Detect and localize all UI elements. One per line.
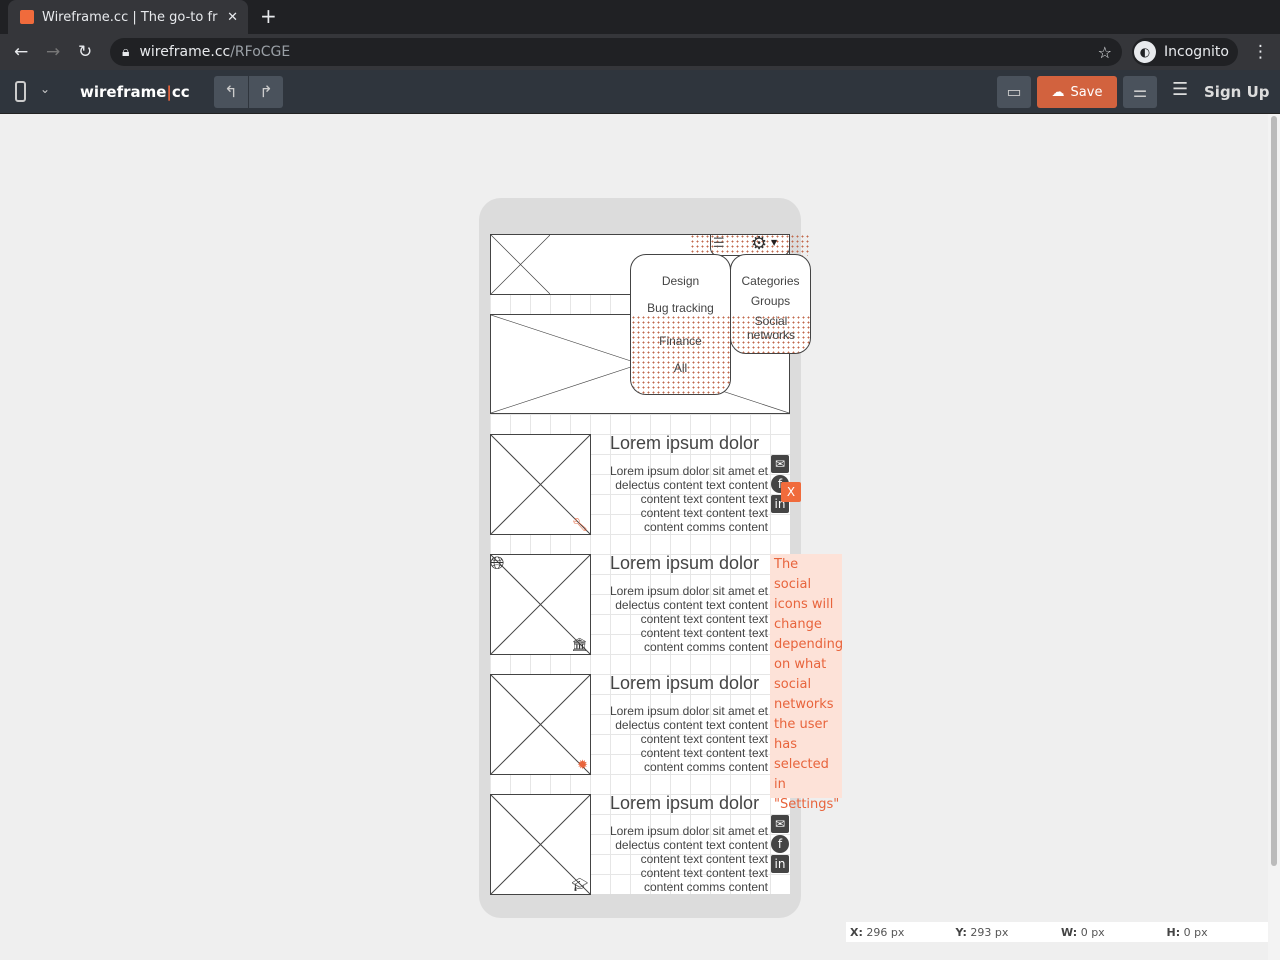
graduation-cap-icon: 🎓︎ [571, 878, 588, 893]
cloud-upload-icon: ☁ [1051, 84, 1065, 100]
settings-sliders-button[interactable]: ⚌ [1123, 76, 1157, 108]
filter-icon[interactable]: ☰ [713, 236, 725, 251]
menu-item-social-networks[interactable]: Social networks [741, 314, 801, 342]
card-title: Lorem ipsum dolor [610, 433, 760, 453]
globe-icon: 🌐︎ [490, 553, 505, 574]
annotation-note: The social icons will change depending o… [770, 554, 843, 812]
dropdown-caret-icon[interactable]: ▼ [771, 238, 777, 247]
incognito-badge[interactable]: ◐ Incognito [1132, 38, 1238, 66]
app-toolbar: ⌄ wireframe|cc ↰ ↱ ▭ ☁ Save ⚌ ☰ Sign Up [0, 70, 1280, 114]
back-icon[interactable]: ← [14, 42, 28, 62]
card-body: Lorem ipsum dolor sit amet et delectus c… [609, 584, 768, 654]
new-tab-button[interactable]: + [260, 4, 277, 28]
incognito-icon: ◐ [1134, 41, 1156, 63]
redo-button[interactable]: ↱ [249, 76, 283, 108]
browser-menu-icon[interactable]: ⋮ [1252, 42, 1269, 62]
card-body: Lorem ipsum dolor sit amet et delectus c… [609, 704, 768, 774]
card-title: Lorem ipsum dolor [610, 673, 760, 693]
browser-tab-bar: Wireframe.cc | The go-to fr ✕ + [0, 0, 1280, 34]
linkedin-icon[interactable]: in [771, 855, 789, 873]
mobile-device-icon[interactable] [15, 81, 26, 102]
gear-icon[interactable]: ⚙ [751, 233, 767, 254]
browser-tab[interactable]: Wireframe.cc | The go-to fr ✕ [8, 0, 248, 34]
menu-item-all[interactable]: All [631, 361, 730, 375]
menu-item-bug-tracking[interactable]: Bug tracking [631, 301, 730, 315]
address-bar: ← → ↻ 🔒︎ wireframe.cc/RFoCGE ☆ ◐ Incognito … [0, 34, 1280, 70]
scrollbar[interactable] [1268, 114, 1280, 960]
favicon-icon [20, 10, 34, 24]
profile-label: Incognito [1164, 44, 1229, 60]
url-host: wireframe.cc [139, 44, 231, 60]
status-bar: X: 296 px Y: 293 px W: 0 px H: 0 px [846, 922, 1268, 942]
menu-item-finance[interactable]: Finance [631, 334, 730, 348]
y-readout: Y: 293 px [955, 925, 1009, 939]
hamburger-menu-icon[interactable]: ☰ [1172, 79, 1188, 100]
category-menu: Design Bug tracking Finance All [630, 254, 731, 395]
x-readout: X: 296 px [850, 925, 905, 939]
wrench-icon: 🔧︎ [571, 518, 588, 533]
settings-menu: Categories Groups Social networks [730, 254, 811, 354]
email-icon[interactable]: ✉ [771, 815, 789, 833]
tab-title: Wireframe.cc | The go-to fr [42, 9, 218, 25]
bug-icon: ✹ [577, 758, 588, 773]
close-note-button[interactable]: X [781, 482, 801, 502]
facebook-icon[interactable]: f [771, 835, 789, 853]
h-readout: H: 0 px [1166, 925, 1208, 939]
card-image-placeholder[interactable]: ✹ [490, 674, 591, 775]
logo-placeholder[interactable] [490, 234, 551, 295]
comment-button[interactable]: ▭ [997, 76, 1031, 108]
menu-item-categories[interactable]: Categories [731, 274, 810, 288]
card-body: Lorem ipsum dolor sit amet et delectus c… [609, 824, 768, 894]
logo: wireframe|cc [80, 83, 190, 101]
url-input[interactable]: 🔒︎ wireframe.cc/RFoCGE ☆ [110, 38, 1122, 66]
card-image-placeholder[interactable]: 🔧︎ [490, 434, 591, 535]
save-button[interactable]: ☁ Save [1037, 76, 1117, 108]
card-title: Lorem ipsum dolor [610, 793, 760, 813]
reload-icon[interactable]: ↻ [78, 42, 92, 62]
card-title: Lorem ipsum dolor [610, 553, 760, 573]
close-tab-icon[interactable]: ✕ [227, 10, 238, 25]
device-dropdown-icon[interactable]: ⌄ [40, 82, 50, 96]
card-image-placeholder[interactable]: 🏛︎ [490, 554, 591, 655]
w-readout: W: 0 px [1061, 925, 1105, 939]
card-body: Lorem ipsum dolor sit amet et delectus c… [609, 464, 768, 534]
url-path: /RFoCGE [230, 44, 291, 60]
email-icon[interactable]: ✉ [771, 455, 789, 473]
forward-icon[interactable]: → [46, 42, 60, 62]
undo-button[interactable]: ↰ [214, 76, 248, 108]
sign-up-link[interactable]: Sign Up [1204, 83, 1270, 101]
menu-item-groups[interactable]: Groups [731, 294, 810, 308]
bookmark-star-icon[interactable]: ☆ [1098, 43, 1112, 62]
bank-icon: 🏛︎ [571, 638, 588, 653]
menu-item-design[interactable]: Design [631, 274, 730, 288]
card-image-placeholder[interactable]: 🎓︎ [490, 794, 591, 895]
lock-icon: 🔒︎ [122, 44, 130, 60]
